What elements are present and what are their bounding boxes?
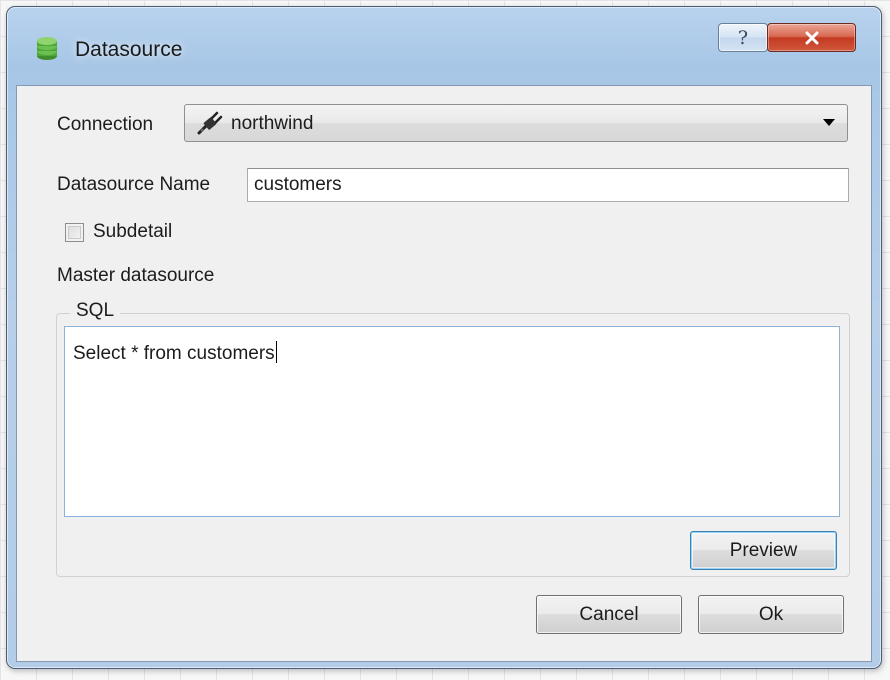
dialog-content: Connection northwind Datasource Name Sub… <box>16 85 872 662</box>
sql-group-title: SQL <box>70 300 121 322</box>
cancel-button[interactable]: Cancel <box>536 595 682 634</box>
preview-button[interactable]: Preview <box>690 531 837 570</box>
datasource-name-field[interactable] <box>247 168 849 202</box>
master-datasource-label: Master datasource <box>57 265 215 286</box>
connection-value: northwind <box>231 113 314 134</box>
title-bar[interactable]: Datasource ? <box>7 7 881 85</box>
close-icon <box>805 31 818 44</box>
chevron-down-icon[interactable] <box>823 119 835 126</box>
close-button[interactable] <box>767 23 856 52</box>
help-icon: ? <box>737 26 749 49</box>
connection-select[interactable]: northwind <box>184 104 848 142</box>
database-icon <box>37 37 57 60</box>
text-caret <box>275 341 277 363</box>
plug-icon <box>197 111 223 135</box>
ok-button[interactable]: Ok <box>698 595 844 634</box>
sql-query-text: Select * from customers <box>73 343 275 364</box>
sql-editor[interactable]: Select * from customers <box>64 326 840 517</box>
window-title: Datasource <box>75 38 183 61</box>
connection-label: Connection <box>57 114 154 135</box>
datasource-dialog: Datasource ? Connection northwind Dataso… <box>6 6 882 669</box>
subdetail-label[interactable]: Subdetail <box>93 221 172 243</box>
help-button[interactable]: ? <box>718 23 768 52</box>
datasource-name-label: Datasource Name <box>57 174 211 195</box>
subdetail-checkbox[interactable] <box>65 223 84 242</box>
